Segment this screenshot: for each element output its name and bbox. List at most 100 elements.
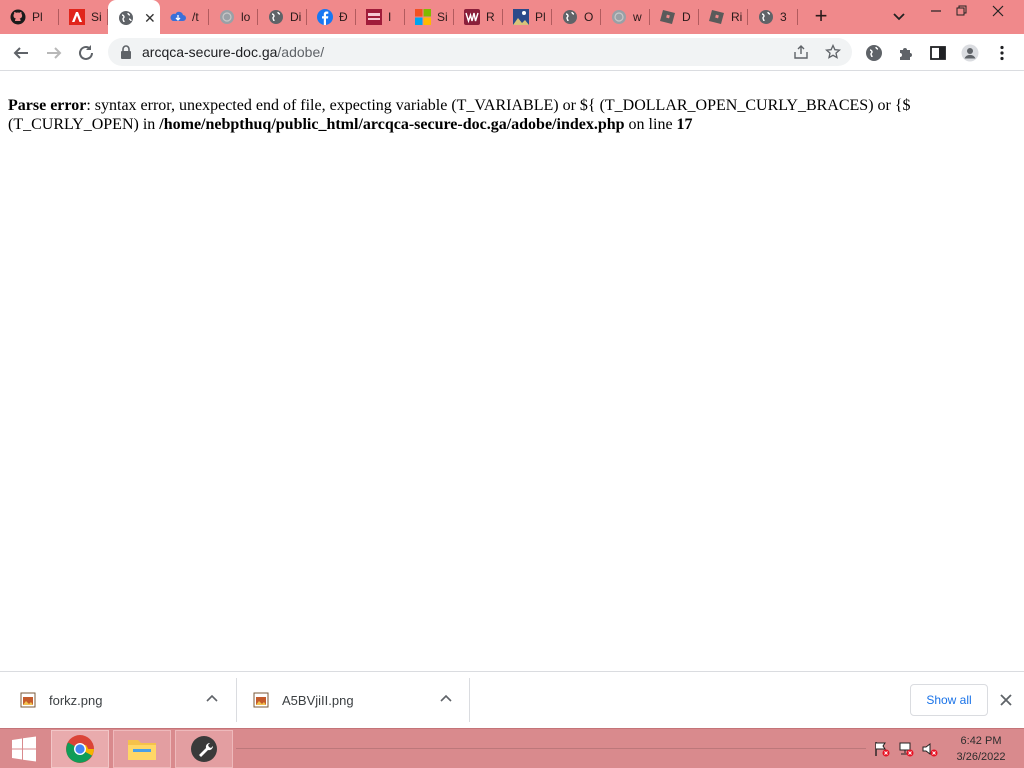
tab-title: Ri	[731, 10, 743, 24]
taskbar-clock[interactable]: 6:42 PM 3/26/2022	[946, 733, 1016, 765]
flag-alert-icon[interactable]	[873, 741, 891, 757]
tab-title: 3	[780, 10, 787, 24]
download-filename: A5BVjiII.png	[282, 692, 354, 708]
address-bar[interactable]: arcqca-secure-doc.ga/adobe/	[108, 38, 852, 66]
tab-title: Si	[437, 10, 448, 24]
github-icon	[10, 9, 26, 25]
globe-icon	[562, 9, 578, 25]
download-divider	[469, 678, 470, 722]
download-item-a5bvjiii[interactable]: A5BVjiII.png	[237, 672, 469, 728]
volume-muted-icon[interactable]	[921, 741, 939, 757]
browser-toolbar: arcqca-secure-doc.ga/adobe/	[0, 34, 1024, 71]
taskbar-settings-app[interactable]	[175, 730, 233, 768]
clock-date: 3/26/2022	[956, 751, 1006, 763]
reload-button[interactable]	[75, 42, 97, 64]
error-file-path: /home/nebpthuq/public_html/arcqca-secure…	[159, 115, 625, 133]
roblox-icon	[709, 9, 725, 25]
tab-2-active[interactable]: ✕	[108, 0, 160, 36]
show-all-button[interactable]: Show all	[910, 684, 988, 716]
tab-0[interactable]: Pl	[0, 0, 59, 34]
tab-title: Si	[91, 10, 102, 24]
clock-time: 6:42 PM	[960, 735, 1002, 747]
tab-5[interactable]: Di	[258, 0, 307, 34]
globe-icon	[118, 10, 134, 26]
tab-10[interactable]: Pl	[503, 0, 552, 34]
windows-taskbar: 6:42 PM 3/26/2022	[0, 728, 1024, 768]
globe-icon	[268, 9, 284, 25]
tab-title: R	[486, 10, 495, 24]
tab-search-chevron-icon[interactable]	[891, 8, 907, 24]
globe-grey-icon	[219, 9, 235, 25]
tab-title: Đ	[339, 10, 348, 24]
tab-1[interactable]: Si	[59, 0, 108, 34]
tab-4[interactable]: lo	[209, 0, 258, 34]
tab-8[interactable]: Si	[405, 0, 454, 34]
cloud-icon	[170, 9, 186, 25]
globe-grey-icon	[611, 9, 627, 25]
error-label: Parse error	[8, 97, 87, 114]
download-item-forkz[interactable]: forkz.png	[0, 672, 236, 728]
tab-7[interactable]: I	[356, 0, 405, 34]
adobe-icon	[69, 9, 85, 25]
extensions-puzzle-icon[interactable]	[897, 44, 915, 62]
chevron-up-icon[interactable]	[205, 692, 219, 706]
new-tab-button[interactable]: +	[812, 5, 830, 27]
share-icon[interactable]	[793, 44, 809, 60]
extension-globe-icon[interactable]	[865, 44, 883, 62]
folder-icon	[128, 740, 156, 760]
image-icon	[513, 9, 529, 25]
close-tab-icon[interactable]: ✕	[144, 10, 156, 27]
tab-3[interactable]: /t	[160, 0, 209, 34]
chevron-up-icon[interactable]	[439, 692, 453, 706]
tab-title: D	[682, 10, 691, 24]
facebook-icon	[317, 9, 333, 25]
tab-title: Pl	[32, 10, 43, 24]
tab-title: I	[388, 10, 392, 24]
url-path: /adobe/	[277, 44, 325, 60]
side-panel-icon[interactable]	[929, 44, 947, 62]
parse-error-message: Parse error: syntax error, unexpected en…	[8, 97, 1008, 134]
tab-13[interactable]: D	[650, 0, 699, 34]
download-filename: forkz.png	[49, 692, 103, 708]
menu-kebab-icon[interactable]	[993, 44, 1011, 62]
image-file-icon	[20, 692, 36, 708]
lock-icon[interactable]	[120, 45, 132, 64]
wrench-app-icon	[191, 736, 217, 762]
url-host: arcqca-secure-doc.ga	[142, 44, 278, 60]
close-download-bar-icon[interactable]	[998, 692, 1014, 708]
close-window-button[interactable]	[982, 0, 1014, 22]
tab-11[interactable]: O	[552, 0, 601, 34]
forward-button[interactable]	[43, 42, 65, 64]
tab-9[interactable]: R	[454, 0, 503, 34]
shop-icon	[366, 9, 382, 25]
url-text[interactable]: arcqca-secure-doc.ga/adobe/	[142, 44, 324, 60]
start-button[interactable]	[0, 730, 48, 768]
tab-title: O	[584, 10, 594, 24]
network-icon[interactable]	[897, 741, 915, 757]
tab-title: /t	[192, 10, 199, 24]
w-icon	[464, 9, 480, 25]
windows-logo-icon	[12, 736, 36, 762]
taskbar-file-explorer[interactable]	[113, 730, 171, 768]
globe-icon	[758, 9, 774, 25]
tab-12[interactable]: w	[601, 0, 650, 34]
tab-14[interactable]: Ri	[699, 0, 748, 34]
taskbar-chrome[interactable]	[51, 730, 109, 768]
tab-title: w	[633, 10, 642, 24]
bookmark-star-icon[interactable]	[824, 43, 842, 60]
download-bar: forkz.png A5BVjiII.png Show all	[0, 671, 1024, 728]
tab-6[interactable]: Đ	[307, 0, 356, 34]
back-button[interactable]	[10, 42, 32, 64]
page-content: Parse error: syntax error, unexpected en…	[0, 72, 1024, 670]
error-line-text: on line	[624, 115, 677, 133]
restore-button[interactable]	[946, 0, 978, 22]
tab-title: Pl	[535, 10, 546, 24]
image-file-icon	[253, 692, 269, 708]
microsoft-icon	[415, 9, 431, 25]
tab-15[interactable]: 3	[748, 0, 798, 34]
tab-title: lo	[241, 10, 251, 24]
roblox-icon	[660, 9, 676, 25]
error-line-number: 17	[676, 115, 693, 133]
profile-avatar-icon[interactable]	[961, 44, 979, 62]
chrome-icon	[66, 735, 94, 763]
